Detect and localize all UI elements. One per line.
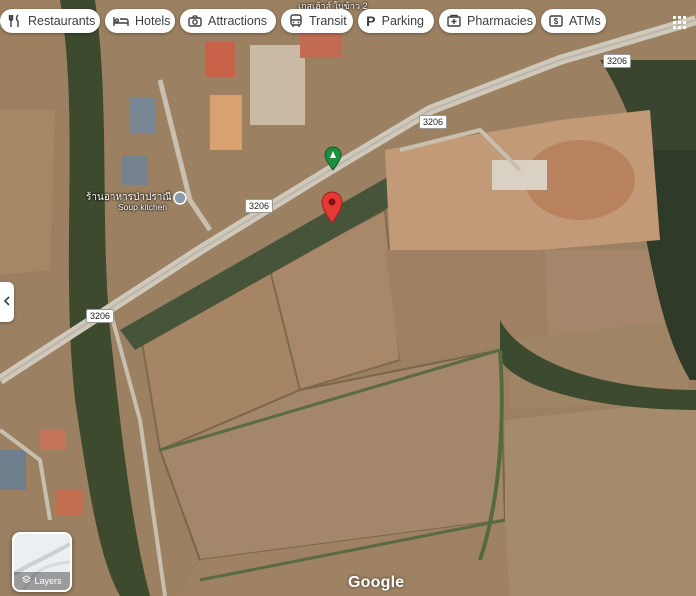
category-chips-bar: Restaurants Hotels Attractions Transit P… bbox=[0, 9, 696, 35]
google-logo: Google bbox=[348, 574, 405, 591]
atm-icon: $ bbox=[549, 13, 563, 29]
chip-label: Restaurants bbox=[28, 14, 96, 28]
restaurant-marker-icon[interactable] bbox=[173, 191, 187, 205]
bus-icon bbox=[289, 13, 303, 29]
chip-attractions[interactable]: Attractions bbox=[180, 9, 276, 33]
svg-text:$: $ bbox=[554, 17, 559, 26]
chip-restaurants[interactable]: Restaurants bbox=[0, 9, 100, 33]
chip-label: Hotels bbox=[135, 14, 171, 28]
chip-label: ATMs bbox=[569, 14, 601, 28]
chip-label: Transit bbox=[309, 14, 347, 28]
camera-icon bbox=[188, 13, 202, 29]
chip-parking[interactable]: P Parking bbox=[358, 9, 434, 33]
parking-icon: P bbox=[366, 13, 376, 29]
layers-button[interactable]: Layers bbox=[12, 532, 72, 592]
chip-label: Pharmacies bbox=[467, 14, 533, 28]
chip-pharmacies[interactable]: Pharmacies bbox=[439, 9, 536, 33]
layers-text: Layers bbox=[34, 575, 62, 586]
chevron-left-icon bbox=[3, 293, 11, 311]
bed-icon bbox=[113, 13, 129, 29]
satellite-map[interactable] bbox=[0, 0, 696, 596]
layers-icon bbox=[22, 575, 32, 586]
apps-grid-icon[interactable] bbox=[666, 9, 692, 35]
road-shield: 3206 bbox=[86, 309, 115, 323]
side-panel-toggle-button[interactable] bbox=[0, 282, 14, 322]
chip-atms[interactable]: $ ATMs bbox=[541, 9, 606, 33]
fork-knife-icon bbox=[8, 13, 22, 29]
chip-hotels[interactable]: Hotels bbox=[105, 9, 175, 33]
pharmacy-icon bbox=[447, 13, 461, 29]
restaurant-category-label: Soup kitchen bbox=[118, 202, 168, 212]
chip-transit[interactable]: Transit bbox=[281, 9, 353, 33]
road-shield: 3206 bbox=[603, 54, 632, 68]
layers-label: Layers bbox=[14, 575, 70, 586]
road-shield: 3206 bbox=[419, 115, 448, 129]
chip-label: Parking bbox=[381, 14, 424, 28]
road-shield: 3206 bbox=[245, 199, 274, 213]
chip-label: Attractions bbox=[208, 14, 268, 28]
